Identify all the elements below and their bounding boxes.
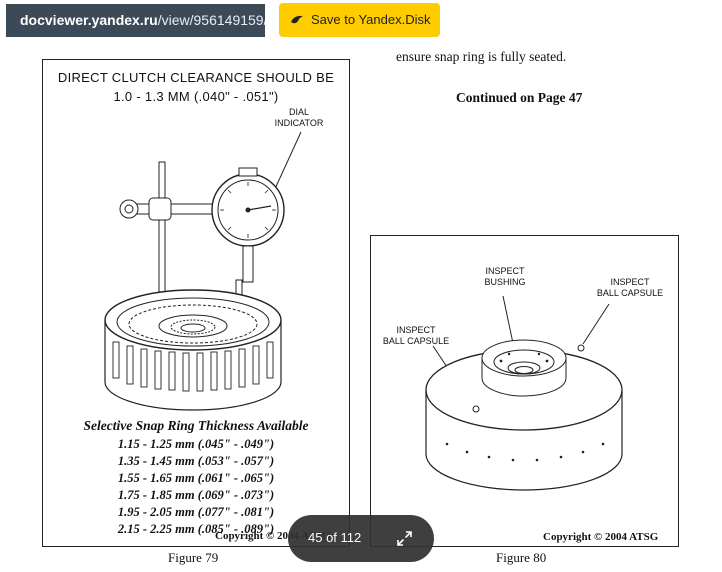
save-to-disk-button[interactable]: Save to Yandex.Disk xyxy=(279,3,440,37)
snap-ring-row: 1.35 - 1.45 mm (.053" - .057") xyxy=(117,454,275,468)
save-button-label: Save to Yandex.Disk xyxy=(311,12,431,27)
page-navigator[interactable]: 45 of 112 xyxy=(288,515,434,562)
clearance-title-line1: DIRECT CLUTCH CLEARANCE SHOULD BE xyxy=(57,70,335,85)
clearance-title: DIRECT CLUTCH CLEARANCE SHOULD BE 1.0 - … xyxy=(43,68,349,106)
snap-ring-row: 1.15 - 1.25 mm (.045" - .049") xyxy=(117,437,275,451)
clutch-drum-illustration xyxy=(104,131,302,411)
inspect-bushing-label: INSPECT BUSHING xyxy=(475,266,535,288)
continued-note: Continued on Page 47 xyxy=(456,90,583,105)
figure-80-frame: INSPECT BUSHING INSPECT BALL CAPSULE INS… xyxy=(370,235,679,547)
clearance-title-line2: 1.0 - 1.3 MM (.040" - .051") xyxy=(113,89,279,104)
figure-80-copyright: Copyright © 2004 ATSG xyxy=(543,531,659,543)
figure-79-caption: Figure 79 xyxy=(168,550,219,565)
snap-ring-row: 1.55 - 1.65 mm (.061" - .065") xyxy=(117,471,275,485)
page-counter: 45 of 112 xyxy=(308,530,362,545)
url-bar[interactable]: docviewer.yandex.ru/view/956149159/ xyxy=(6,4,265,37)
url-host: docviewer.yandex.ru xyxy=(20,12,158,28)
figure-79-frame: DIRECT CLUTCH CLEARANCE SHOULD BE 1.0 - … xyxy=(42,59,350,547)
snap-ring-row: 1.75 - 1.85 mm (.069" - .073") xyxy=(117,488,275,502)
inspect-bushing-line1: INSPECT xyxy=(485,266,525,276)
figure-80-caption: Figure 80 xyxy=(496,550,547,565)
intro-text: ensure snap ring is fully seated. xyxy=(396,49,567,64)
yandex-disk-icon xyxy=(291,15,303,24)
dial-label-line1: DIAL xyxy=(288,107,309,117)
expand-icon[interactable] xyxy=(396,530,413,547)
drum-inspection-illustration xyxy=(425,295,623,491)
snap-ring-heading: Selective Snap Ring Thickness Available xyxy=(83,418,309,433)
url-path: /view/956149159/ xyxy=(157,12,265,28)
